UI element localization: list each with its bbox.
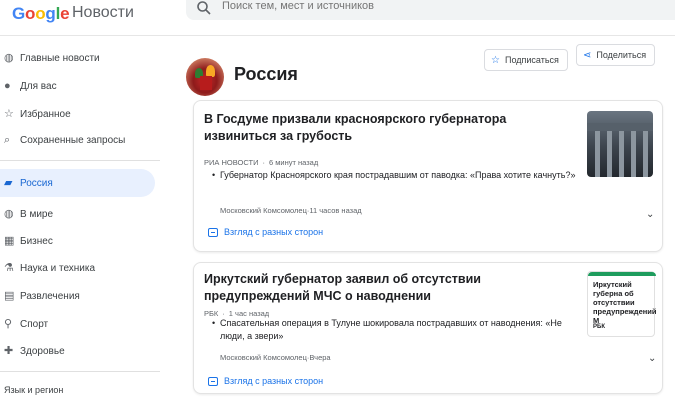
full-coverage-link[interactable]: Взгляд с разных сторон xyxy=(208,376,323,386)
story-card[interactable]: В Госдуме призвали красноярского губерна… xyxy=(193,100,663,252)
sidebar-item-entertainment[interactable]: ▤ Развлечения xyxy=(0,284,155,308)
sidebar-divider xyxy=(0,160,160,161)
related-story-source[interactable]: Московский Комсомолец xyxy=(220,353,307,362)
story-thumbnail[interactable]: Иркутский губерна об отсутствии предупре… xyxy=(587,271,657,337)
app-title: Новости xyxy=(72,4,134,21)
chevron-down-icon[interactable]: ⌄ xyxy=(648,353,656,364)
top-bar: Google Новости xyxy=(0,0,675,36)
subscribe-button[interactable]: ☆ Подписаться xyxy=(484,49,568,71)
sidebar-item-label: Россия xyxy=(20,177,53,189)
sidebar-item-health[interactable]: ✚ Здоровье xyxy=(0,339,155,363)
building-icon: ▦ xyxy=(4,235,15,247)
health-icon: ✚ xyxy=(4,345,14,357)
sidebar-item-top-stories[interactable]: ◍ Главные новости xyxy=(0,46,155,70)
story-thumbnail[interactable] xyxy=(587,111,653,177)
full-coverage-link[interactable]: Взгляд с разных сторон xyxy=(208,227,323,237)
sidebar-item-label: Наука и техника xyxy=(20,262,96,274)
related-story-source[interactable]: Московский Комсомолец xyxy=(220,206,307,215)
search-input[interactable] xyxy=(222,0,502,12)
sidebar-item-saved-searches[interactable]: ⌕ Сохраненные запросы xyxy=(0,128,155,152)
sidebar-item-business[interactable]: ▦ Бизнес xyxy=(0,229,155,253)
topic-avatar xyxy=(186,58,224,96)
related-story-title[interactable]: Спасательная операция в Тулуне шокировал… xyxy=(212,317,580,343)
star-icon: ☆ xyxy=(4,108,14,120)
search-box[interactable] xyxy=(186,0,675,20)
flag-icon: ▰ xyxy=(4,177,13,189)
related-story-meta: Московский Комсомолец·Вчера xyxy=(220,353,331,362)
sidebar-item-science[interactable]: ⚗ Наука и техника xyxy=(0,256,155,280)
sidebar-item-label: Спорт xyxy=(20,318,49,330)
sidebar-item-label: Бизнес xyxy=(20,235,53,247)
related-story-time: 11 часов назад xyxy=(309,206,362,215)
flask-icon: ⚗ xyxy=(4,262,14,274)
story-meta: РИА НОВОСТИ · 6 минут назад xyxy=(204,158,319,167)
page-title: Россия xyxy=(234,64,298,84)
share-button[interactable]: ⋖ Поделиться xyxy=(576,44,656,66)
sidebar-item-sports[interactable]: ⚲ Спорт xyxy=(0,312,155,336)
thumbnail-text: Иркутский губерна об отсутствии предупре… xyxy=(593,280,657,325)
sidebar-item-favorites[interactable]: ☆ Избранное xyxy=(0,102,155,126)
sidebar-item-world[interactable]: ◍ В мире xyxy=(0,202,155,226)
film-icon: ▤ xyxy=(4,290,15,302)
sidebar-item-label: В мире xyxy=(20,208,54,220)
sidebar-item-label: Главные новости xyxy=(20,52,100,64)
coverage-icon xyxy=(208,227,218,237)
language-region-link[interactable]: Язык и регион xyxy=(4,385,63,395)
sidebar-item-label: Развлечения xyxy=(20,290,80,302)
star-icon: ☆ xyxy=(491,54,500,66)
related-story-title[interactable]: Губернатор Красноярского края пострадавш… xyxy=(212,169,580,182)
sidebar-item-label: Сохраненные запросы xyxy=(20,134,126,146)
thumbnail-brand: РБК xyxy=(593,324,605,330)
sidebar-item-for-you[interactable]: ● Для вас xyxy=(0,74,155,98)
story-card[interactable]: Иркутский губернатор заявил об отсутстви… xyxy=(193,262,663,394)
related-story-time: Вчера xyxy=(309,353,331,362)
sidebar-divider xyxy=(0,371,160,372)
search-icon xyxy=(197,1,211,15)
person-icon: ● xyxy=(4,80,11,92)
share-icon: ⋖ xyxy=(583,49,592,61)
coverage-icon xyxy=(208,376,218,386)
story-title[interactable]: Иркутский губернатор заявил об отсутстви… xyxy=(204,271,574,305)
google-logo[interactable]: Google xyxy=(12,4,70,24)
sidebar-item-russia[interactable]: ▰ Россия xyxy=(0,169,155,197)
story-time: 6 минут назад xyxy=(268,158,319,167)
globe-icon: ◍ xyxy=(4,208,14,220)
chevron-down-icon[interactable]: ⌄ xyxy=(646,209,654,220)
story-title[interactable]: В Госдуме призвали красноярского губерна… xyxy=(204,111,574,145)
search-icon: ⌕ xyxy=(4,134,11,146)
bike-icon: ⚲ xyxy=(4,318,13,330)
sidebar-item-label: Здоровье xyxy=(20,345,65,357)
sidebar-item-label: Избранное xyxy=(20,108,71,120)
sidebar-item-label: Для вас xyxy=(20,80,57,92)
story-source[interactable]: РИА НОВОСТИ xyxy=(204,158,258,167)
globe-icon: ◍ xyxy=(4,52,14,64)
related-story-meta: Московский Комсомолец·11 часов назад xyxy=(220,206,362,215)
sidebar: ◍ Главные новости ● Для вас ☆ Избранное … xyxy=(0,36,160,401)
